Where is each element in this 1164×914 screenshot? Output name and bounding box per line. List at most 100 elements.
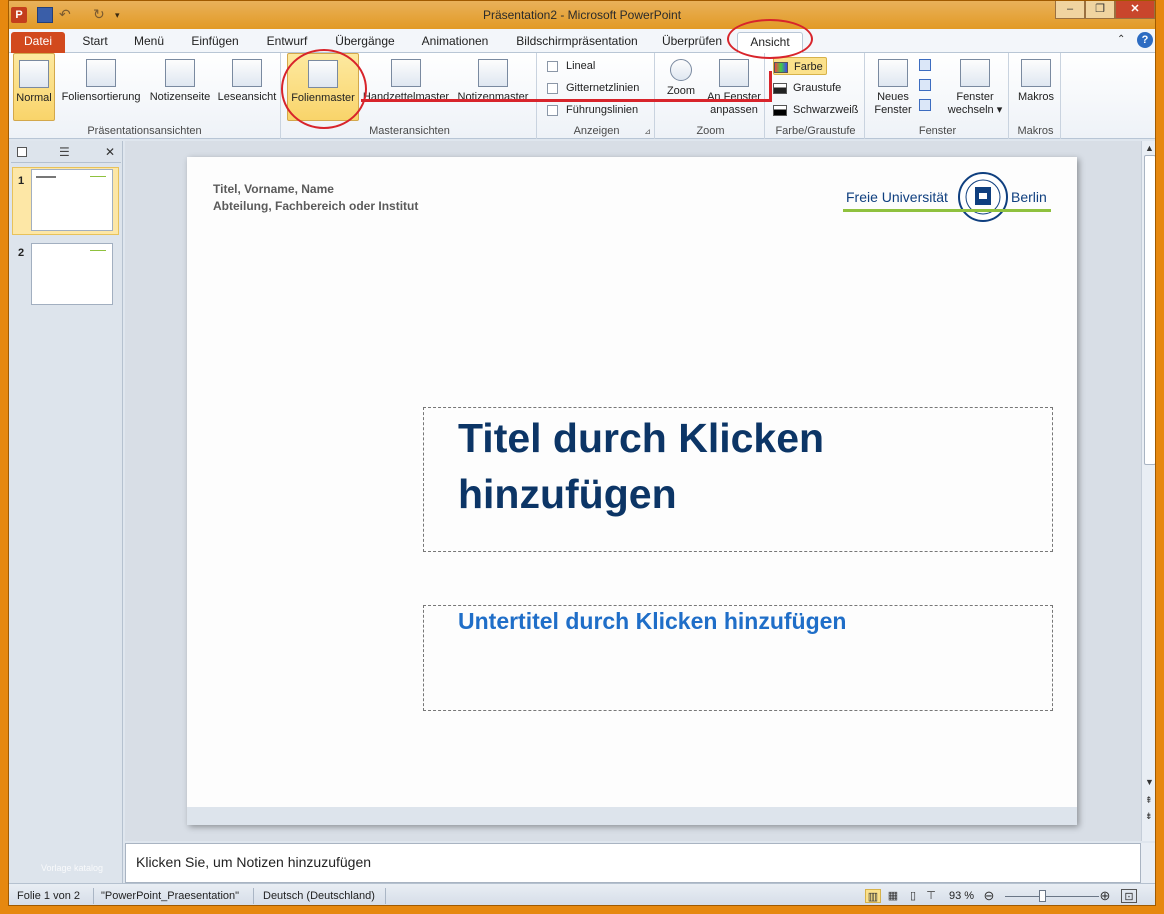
tab-animationen[interactable]: Animationen (413, 32, 497, 53)
previous-slide-icon[interactable]: ⇞ (1145, 795, 1153, 806)
university-seal-icon (958, 172, 1008, 222)
slide-bottom-strip (187, 807, 1077, 825)
department-line: Abteilung, Fachbereich oder Institut (213, 199, 419, 213)
zoom-button[interactable]: Zoom (659, 53, 703, 121)
group-praesentationsansichten: Normal Foliensortierung Notizenseite Les… (9, 53, 281, 139)
slide-thumbnail-1[interactable] (31, 169, 113, 231)
theme-name[interactable]: "PowerPoint_Praesentation" (101, 890, 239, 902)
maximize-button[interactable]: ❐ (1085, 1, 1115, 19)
fit-to-window-button[interactable]: An Fenster anpassen (705, 53, 763, 121)
notes-placeholder: Klicken Sie, um Notizen hinzuzufügen (136, 854, 372, 870)
tab-datei[interactable]: Datei (11, 32, 65, 53)
author-block[interactable]: Titel, Vorname, Name Abteilung, Fachbere… (213, 181, 418, 215)
group-zoom: Zoom An Fenster anpassen Zoom (657, 53, 765, 139)
help-icon[interactable]: ? (1137, 32, 1153, 48)
color-button[interactable]: Farbe (773, 57, 827, 75)
thumbnail-logo-line (90, 250, 106, 251)
reading-view-button[interactable]: Leseansicht (215, 53, 279, 121)
zoom-level[interactable]: 93 % (949, 890, 974, 902)
logo-text-left: Freie Universität (846, 189, 948, 205)
tab-uebergaenge[interactable]: Übergänge (329, 32, 401, 53)
switch-window-button[interactable]: Fenster wechseln ▾ (943, 53, 1007, 121)
arrange-icon[interactable] (919, 59, 931, 71)
close-pane-icon[interactable]: ✕ (105, 145, 115, 159)
group-label: Fenster (918, 125, 957, 137)
move-split-icon[interactable] (919, 99, 931, 111)
ruler-checkbox[interactable]: Lineal (547, 57, 595, 75)
logo-text-right: Berlin (1011, 189, 1047, 205)
scroll-up-icon[interactable]: ▲ (1145, 143, 1154, 153)
minimize-button[interactable]: – (1055, 1, 1085, 19)
slide-sorter-button[interactable]: Foliensortierung (57, 53, 145, 121)
macros-button[interactable]: Makros (1015, 53, 1057, 121)
fit-window-icon (719, 59, 749, 87)
guides-checkbox[interactable]: Führungslinien (547, 101, 638, 119)
slide-thumbnail-2[interactable] (31, 243, 113, 305)
slides-tab-icon[interactable] (17, 147, 27, 157)
reading-view-status-icon[interactable]: ▯ (905, 889, 921, 903)
new-window-button[interactable]: Neues Fenster (869, 53, 917, 121)
group-anzeigen: Lineal Gitternetzlinien Führungslinien A… (539, 53, 655, 139)
group-label: Anzeigen (573, 125, 620, 137)
slide-number: 1 (18, 175, 25, 187)
zoom-out-icon[interactable]: ⊖ (981, 889, 997, 903)
tab-entwurf[interactable]: Entwurf (259, 32, 315, 53)
title-placeholder[interactable]: Titel durch Klicken hinzufügen (423, 407, 1053, 552)
title-placeholder-text: Titel durch Klicken hinzufügen (458, 415, 825, 517)
thumbnail-logo-line (90, 176, 106, 177)
zoom-slider-track[interactable] (1005, 896, 1099, 897)
macros-icon (1021, 59, 1051, 87)
vertical-scrollbar[interactable]: ▲ ▼ ⇞ ⇟ (1141, 141, 1155, 841)
handout-master-button[interactable]: Handzettelmaster (361, 53, 451, 121)
annotation-circle-ansicht (727, 19, 813, 59)
notes-master-button[interactable]: Notizenmaster (453, 53, 533, 121)
minimize-ribbon-icon[interactable]: ⌃ (1117, 34, 1125, 45)
zoom-in-icon[interactable]: ⊕ (1097, 889, 1113, 903)
annotation-connector-vertical (769, 71, 772, 102)
separator (385, 888, 386, 904)
group-label: Präsentationsansichten (87, 125, 202, 137)
slide[interactable]: Titel, Vorname, Name Abteilung, Fachbere… (187, 157, 1077, 825)
close-button[interactable]: ✕ (1115, 1, 1155, 19)
cascade-icon[interactable] (919, 79, 931, 91)
dialog-launcher-icon[interactable]: ⊿ (644, 127, 651, 136)
fit-slide-icon[interactable]: ⊡ (1121, 889, 1137, 903)
scroll-down-icon[interactable]: ▼ (1145, 777, 1154, 787)
slideshow-status-icon[interactable]: ⊤ (923, 889, 939, 903)
tab-ueberpruefen[interactable]: Überprüfen (657, 32, 727, 53)
notes-master-icon (478, 59, 508, 87)
notes-scrollbar[interactable] (1141, 843, 1155, 883)
group-makros: Makros Makros (1011, 53, 1061, 139)
language-indicator[interactable]: Deutsch (Deutschland) (263, 890, 375, 902)
normal-view-status-icon[interactable]: ▥ (865, 889, 881, 903)
tab-start[interactable]: Start (73, 32, 117, 53)
zoom-slider-handle[interactable] (1039, 890, 1046, 902)
handout-master-icon (391, 59, 421, 87)
group-farbe-graustufe: Farbe Graustufe Schwarzweiß Farbe/Graust… (767, 53, 865, 139)
fu-berlin-logo: Freie Universität Berlin (843, 171, 1053, 223)
black-white-button[interactable]: Schwarzweiß (773, 101, 861, 119)
reading-view-icon (232, 59, 262, 87)
subtitle-placeholder-text: Untertitel durch Klicken hinzufügen (458, 608, 847, 634)
tab-einfuegen[interactable]: Einfügen (185, 32, 245, 53)
notes-page-button[interactable]: Notizenseite (147, 53, 213, 121)
gridlines-checkbox[interactable]: Gitternetzlinien (547, 79, 639, 97)
color-icon (774, 61, 788, 73)
slide-counter: Folie 1 von 2 (17, 890, 80, 902)
notes-pane[interactable]: Klicken Sie, um Notizen hinzuzufügen (125, 843, 1141, 883)
tab-bildschirmpraesentation[interactable]: Bildschirmpräsentation (509, 32, 645, 53)
group-label: Farbe/Graustufe (775, 125, 856, 137)
author-name-line: Titel, Vorname, Name (213, 182, 334, 196)
next-slide-icon[interactable]: ⇟ (1145, 811, 1153, 822)
powerpoint-window: P ↶ ↻ ▾ Präsentation2 - Microsoft PowerP… (8, 0, 1156, 906)
slide-sorter-status-icon[interactable]: ▦ (885, 889, 901, 903)
group-label: Zoom (696, 125, 725, 137)
grayscale-button[interactable]: Graustufe (773, 79, 861, 97)
new-window-icon (878, 59, 908, 87)
outline-tab-icon[interactable]: ☰ (59, 145, 70, 159)
normal-view-button[interactable]: Normal (13, 53, 55, 121)
subtitle-placeholder[interactable]: Untertitel durch Klicken hinzufügen (423, 605, 1053, 711)
scroll-thumb[interactable] (1144, 155, 1155, 465)
tab-menue[interactable]: Menü (127, 32, 171, 53)
status-bar: Folie 1 von 2 "PowerPoint_Praesentation"… (9, 883, 1155, 905)
